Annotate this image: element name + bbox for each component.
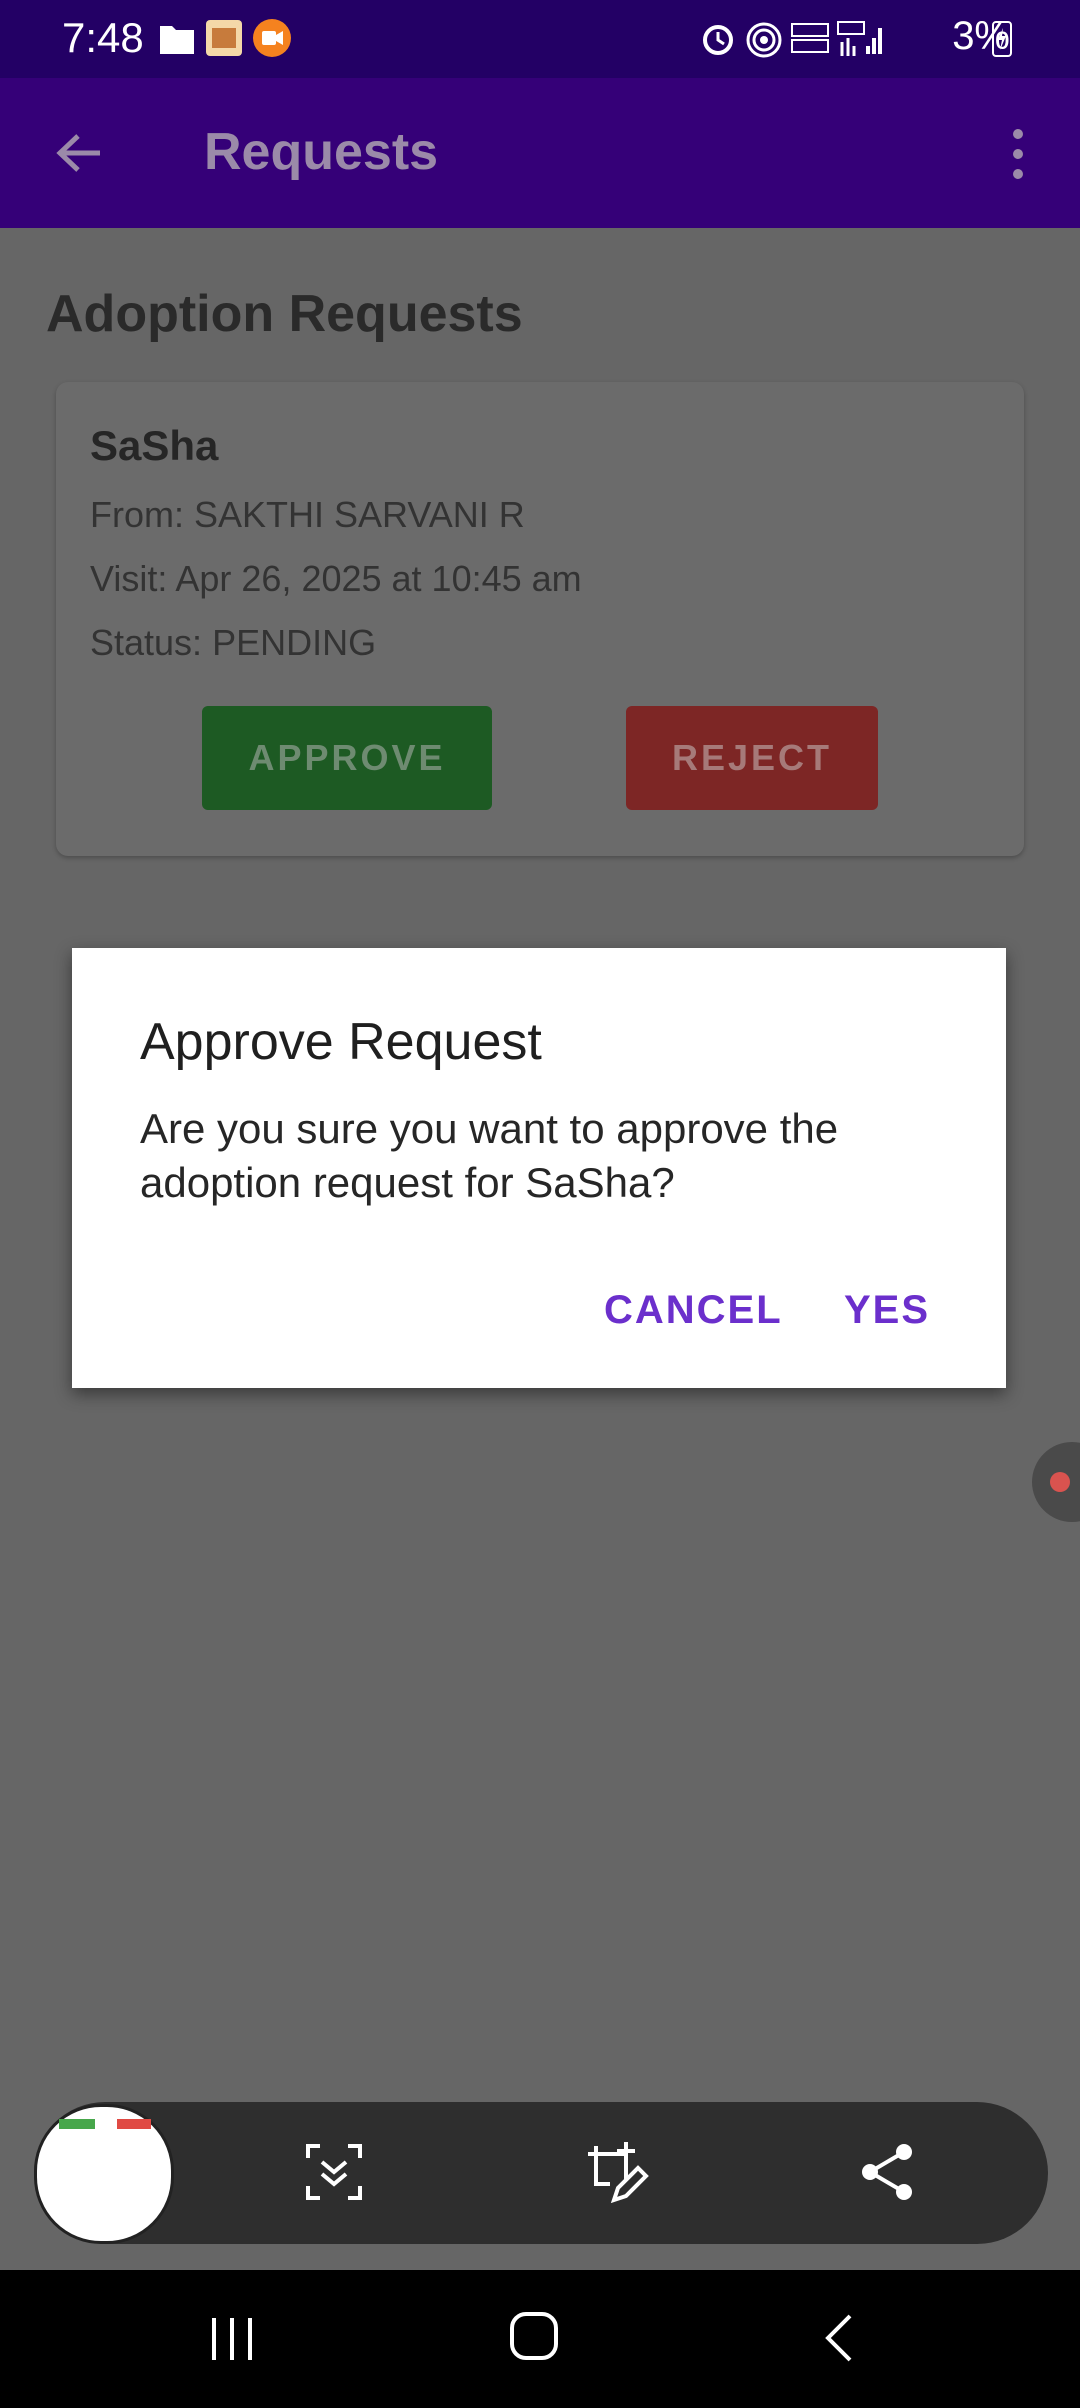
folder-icon xyxy=(160,26,194,54)
scroll-capture-icon[interactable] xyxy=(302,2140,366,2204)
status-bar: 7:48 3% xyxy=(0,0,1080,78)
back-arrow-icon[interactable] xyxy=(52,126,106,180)
requester-name: From: SAKTHI SARVANI R xyxy=(90,494,525,535)
hotspot-icon xyxy=(746,22,782,58)
approve-button[interactable]: APPROVE xyxy=(202,706,492,810)
dialog-title: Approve Request xyxy=(140,1013,542,1071)
crop-edit-icon[interactable] xyxy=(580,2140,650,2206)
thumbnail-approve-mark xyxy=(59,2119,95,2129)
home-icon[interactable] xyxy=(508,2310,560,2362)
approve-request-dialog: Approve Request Are you sure you want to… xyxy=(72,948,1006,1388)
recent-apps-icon[interactable] xyxy=(206,2314,258,2364)
overflow-menu-icon[interactable] xyxy=(1000,124,1036,184)
yes-button[interactable]: YES xyxy=(844,1288,930,1333)
pet-name: SaSha xyxy=(90,422,219,469)
dialog-message: Are you sure you want to approve the ado… xyxy=(140,1105,839,1206)
volte-icon xyxy=(791,23,829,53)
battery-charging-icon xyxy=(992,21,1012,57)
alarm-icon xyxy=(703,25,733,55)
app-bar: Requests xyxy=(0,78,1080,228)
screenshot-thumbnail[interactable] xyxy=(34,2104,174,2244)
request-status: Status: PENDING xyxy=(90,622,377,663)
adoption-request-card: SaSha From: SAKTHI SARVANI R Visit: Apr … xyxy=(56,382,1024,856)
gallery-app-icon xyxy=(206,20,242,56)
cancel-button[interactable]: CANCEL xyxy=(604,1288,783,1333)
lte-signal-icon xyxy=(837,21,882,56)
screen: 7:48 3% Requests Adoption Requests SaSha… xyxy=(0,0,1080,2408)
system-navigation-bar xyxy=(0,2270,1080,2408)
screen-recorder-app-icon xyxy=(253,19,291,57)
record-dot-icon xyxy=(1050,1472,1070,1492)
status-time: 7:48 xyxy=(62,14,144,61)
reject-button[interactable]: REJECT xyxy=(626,706,878,810)
share-icon[interactable] xyxy=(858,2140,918,2204)
back-icon[interactable] xyxy=(820,2312,858,2364)
app-bar-title: Requests xyxy=(204,123,439,181)
visit-datetime: Visit: Apr 26, 2025 at 10:45 am xyxy=(90,558,582,599)
section-heading: Adoption Requests xyxy=(46,285,523,343)
thumbnail-reject-mark xyxy=(117,2119,151,2129)
